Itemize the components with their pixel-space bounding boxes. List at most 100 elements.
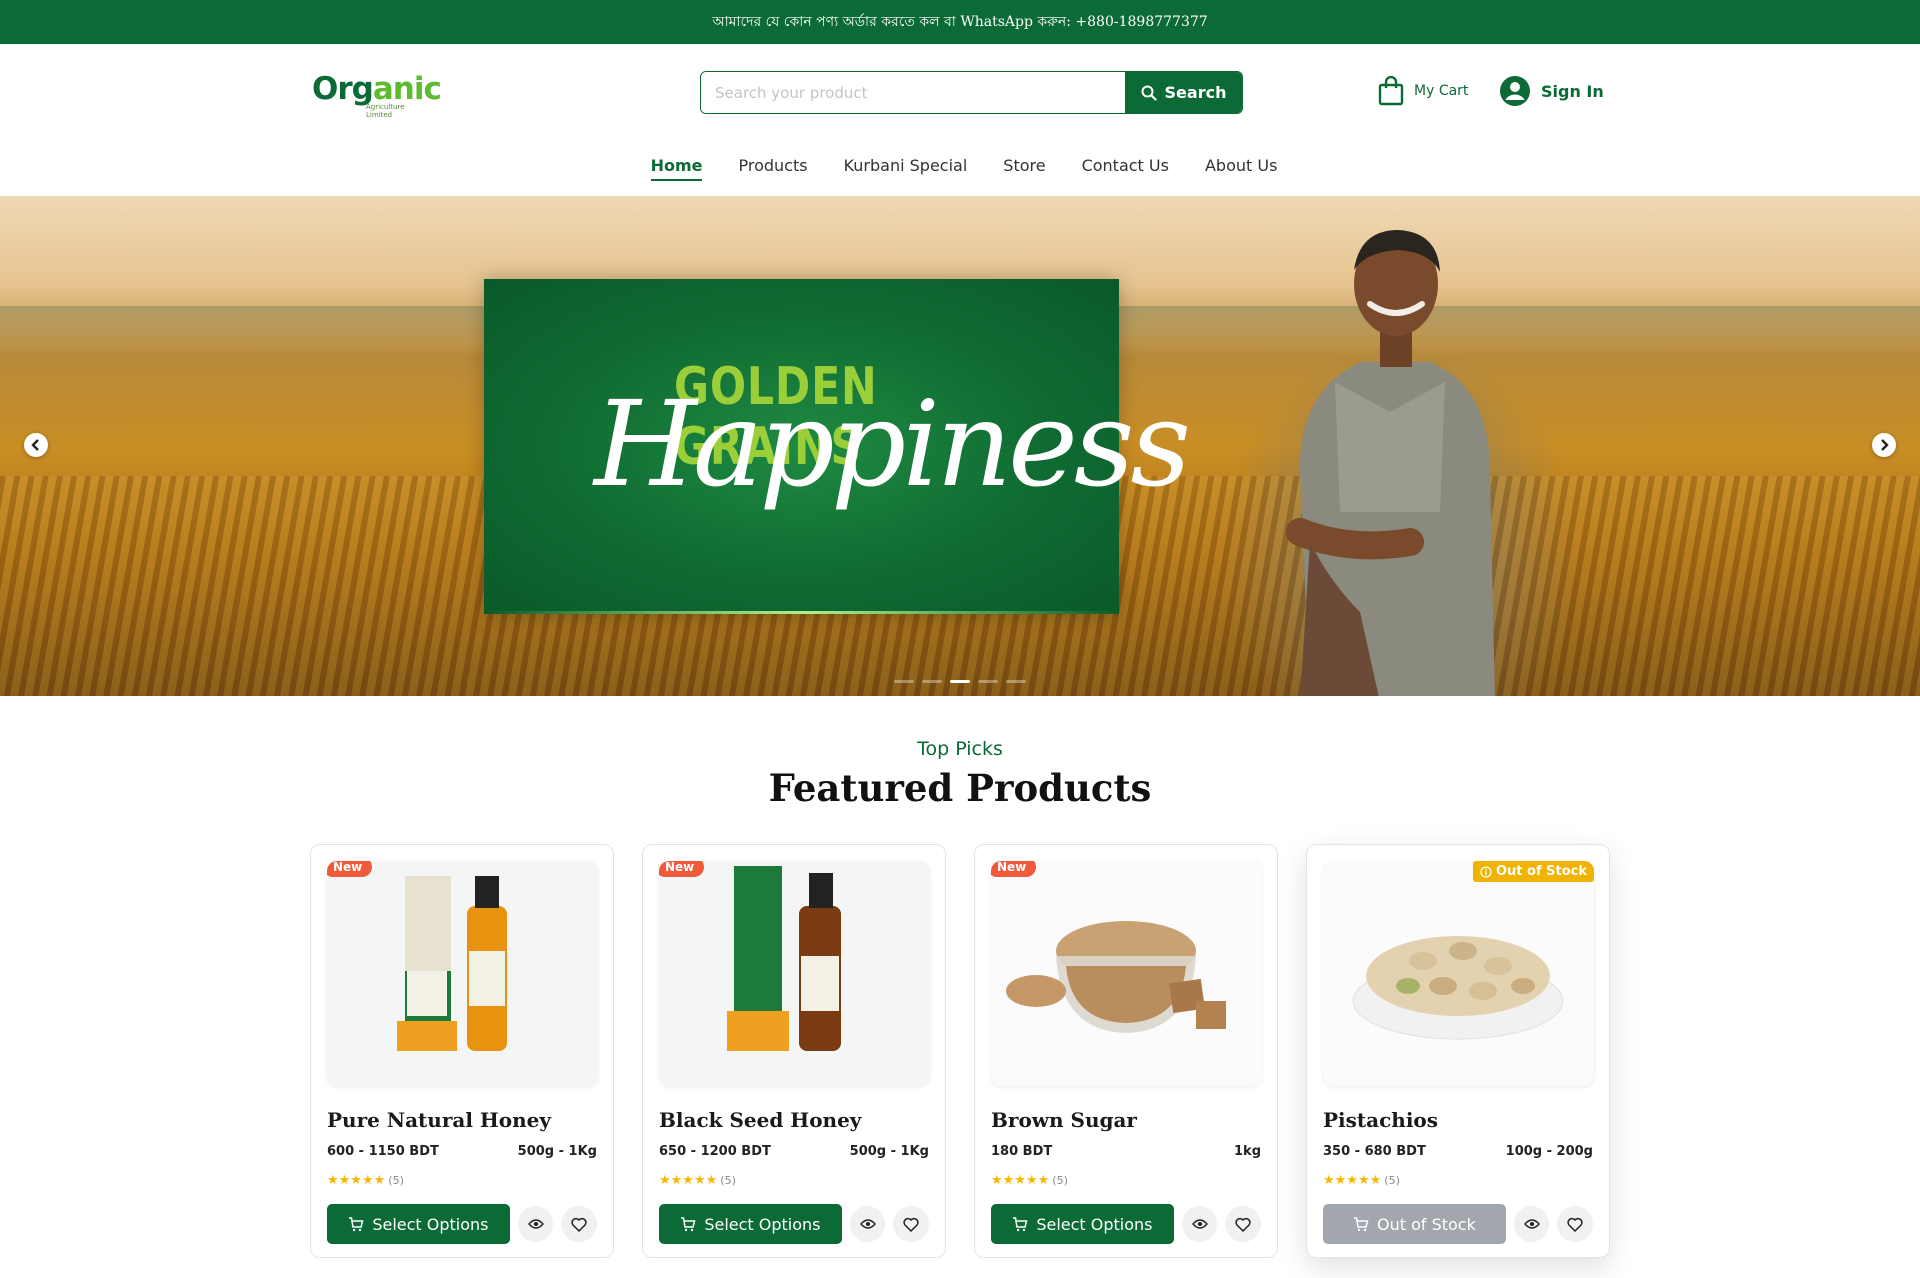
nav-about-us[interactable]: About Us xyxy=(1205,156,1277,179)
star-icon: ★★★★★ xyxy=(1323,1173,1382,1188)
carousel-dot[interactable] xyxy=(1006,680,1026,683)
sugar-bowl-illustration xyxy=(1006,921,1226,1033)
product-rating: ★★★★★ (5) xyxy=(659,1173,929,1188)
carousel-dot[interactable] xyxy=(978,680,998,683)
product-rating: ★★★★★ (5) xyxy=(327,1173,597,1188)
product-image-brown-sugar[interactable]: New xyxy=(991,861,1262,1086)
logo-word-b: anic xyxy=(372,71,442,107)
eye-icon xyxy=(1191,1219,1208,1229)
site-logo[interactable]: Organic Agriculture Limited xyxy=(312,71,442,122)
wishlist-button[interactable] xyxy=(1557,1206,1593,1242)
out-of-stock-label: Out of Stock xyxy=(1495,864,1587,879)
main-nav: Home Products Kurbani Special Store Cont… xyxy=(0,140,1920,196)
product-image-honey[interactable]: New xyxy=(327,861,598,1086)
wishlist-button[interactable] xyxy=(1225,1206,1261,1242)
select-options-button[interactable]: Select Options xyxy=(991,1204,1174,1244)
carousel-prev-button[interactable] xyxy=(24,433,48,457)
nav-store[interactable]: Store xyxy=(1003,156,1045,179)
product-name[interactable]: Brown Sugar xyxy=(991,1108,1261,1132)
product-card[interactable]: Out of Stock Pistachios 350 - 680 BDT 10… xyxy=(1306,844,1610,1258)
star-icon: ★★★★★ xyxy=(659,1173,718,1188)
search-bar: Search xyxy=(700,71,1243,114)
product-card[interactable]: New Brown Sugar 180 BDT 1kg ★★★★★ (5) Se… xyxy=(974,844,1278,1258)
product-name[interactable]: Black Seed Honey xyxy=(659,1108,929,1132)
eye-icon xyxy=(527,1219,544,1229)
star-icon: ★★★★★ xyxy=(327,1173,386,1188)
chevron-right-icon xyxy=(1881,439,1889,451)
cart-icon xyxy=(1353,1217,1369,1232)
select-options-button[interactable]: Select Options xyxy=(659,1204,842,1244)
honey-jar-illustration xyxy=(397,876,507,1051)
wishlist-button[interactable] xyxy=(893,1206,929,1242)
product-image-pistachios[interactable]: Out of Stock xyxy=(1323,861,1594,1086)
star-icon: ★★★★★ xyxy=(991,1173,1050,1188)
user-avatar-icon xyxy=(1500,76,1530,106)
cart-label: My Cart xyxy=(1414,83,1469,99)
new-badge: New xyxy=(991,861,1037,877)
nav-contact-us[interactable]: Contact Us xyxy=(1082,156,1169,179)
carousel-next-button[interactable] xyxy=(1872,433,1896,457)
heart-icon xyxy=(1567,1217,1583,1232)
cart-icon xyxy=(349,1217,364,1232)
product-image-black-seed-honey[interactable]: New xyxy=(659,861,930,1086)
select-options-label: Select Options xyxy=(704,1214,821,1234)
pistachio-bowl-illustration xyxy=(1352,936,1564,1040)
search-input[interactable] xyxy=(701,72,1125,113)
sign-in-label: Sign In xyxy=(1541,81,1604,101)
product-name[interactable]: Pistachios xyxy=(1323,1108,1593,1132)
banner-glow xyxy=(484,611,1119,614)
eye-icon xyxy=(859,1219,876,1229)
new-badge: New xyxy=(327,861,373,877)
announcement-text: আমাদের যে কোন পণ্য অর্ডার করতে কল বা Wha… xyxy=(712,14,1208,30)
logo-word-a: Org xyxy=(312,71,374,107)
announcement-bar: আমাদের যে কোন পণ্য অর্ডার করতে কল বা Wha… xyxy=(0,0,1920,44)
out-of-stock-badge: Out of Stock xyxy=(1472,861,1594,882)
product-card[interactable]: New Black Seed Honey 650 - 1200 BDT 500g… xyxy=(642,844,946,1258)
out-of-stock-button[interactable]: Out of Stock xyxy=(1323,1204,1506,1244)
select-options-label: Select Options xyxy=(1036,1214,1153,1234)
product-card[interactable]: New Pure Natural Honey 600 - 1150 BDT 50… xyxy=(310,844,614,1258)
search-button-label: Search xyxy=(1164,83,1227,102)
product-grid: New Pure Natural Honey 600 - 1150 BDT 50… xyxy=(310,844,1610,1258)
nav-home[interactable]: Home xyxy=(650,156,703,181)
cart-icon xyxy=(1013,1217,1028,1232)
cart-icon xyxy=(681,1217,696,1232)
rating-count: (5) xyxy=(720,1174,736,1187)
info-icon xyxy=(1480,865,1492,878)
quick-view-button[interactable] xyxy=(849,1206,886,1242)
carousel-dot[interactable] xyxy=(894,680,914,683)
wishlist-button[interactable] xyxy=(561,1206,597,1242)
heart-icon xyxy=(903,1217,919,1232)
nav-products[interactable]: Products xyxy=(738,156,807,179)
product-rating: ★★★★★ (5) xyxy=(991,1173,1261,1188)
nav-kurbani-special[interactable]: Kurbani Special xyxy=(844,156,968,179)
heart-icon xyxy=(571,1217,587,1232)
sign-in-link[interactable]: Sign In xyxy=(1499,75,1604,107)
search-button[interactable]: Search xyxy=(1125,72,1242,113)
site-header: Organic Agriculture Limited Search My Ca… xyxy=(0,44,1920,140)
product-price: 600 - 1150 BDT xyxy=(327,1144,439,1159)
chevron-left-icon xyxy=(31,439,39,451)
hero-carousel: GOLDEN GRAINS Happiness xyxy=(0,196,1920,696)
featured-header: Top Picks Featured Products xyxy=(0,738,1920,810)
quick-view-button[interactable] xyxy=(1181,1206,1218,1242)
carousel-dot-active[interactable] xyxy=(950,680,970,683)
search-icon xyxy=(1141,85,1157,101)
cart-link[interactable]: My Cart xyxy=(1378,76,1468,106)
select-options-label: Select Options xyxy=(372,1214,489,1234)
product-price: 350 - 680 BDT xyxy=(1323,1144,1426,1159)
product-weight: 1kg xyxy=(1234,1144,1261,1159)
product-price: 650 - 1200 BDT xyxy=(659,1144,771,1159)
new-badge: New xyxy=(659,861,705,877)
rating-count: (5) xyxy=(1052,1174,1068,1187)
quick-view-button[interactable] xyxy=(517,1206,554,1242)
product-name[interactable]: Pure Natural Honey xyxy=(327,1108,597,1132)
section-kicker: Top Picks xyxy=(917,738,1003,760)
product-weight: 500g - 1Kg xyxy=(849,1144,929,1159)
product-price: 180 BDT xyxy=(991,1144,1053,1159)
carousel-dot[interactable] xyxy=(922,680,942,683)
rating-count: (5) xyxy=(388,1174,404,1187)
quick-view-button[interactable] xyxy=(1513,1206,1550,1242)
rating-count: (5) xyxy=(1384,1174,1400,1187)
select-options-button[interactable]: Select Options xyxy=(327,1204,510,1244)
